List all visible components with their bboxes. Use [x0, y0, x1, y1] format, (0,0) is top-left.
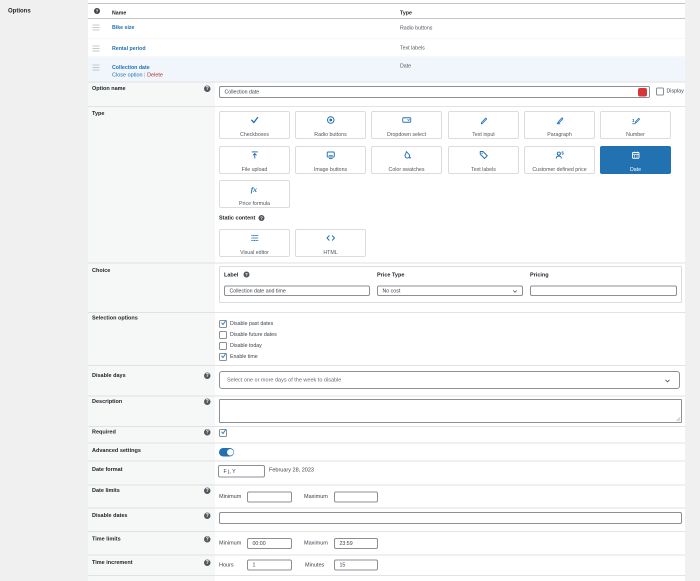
svg-text:$: $: [561, 151, 564, 156]
svg-text:fx: fx: [251, 185, 257, 194]
svg-text:1: 1: [632, 118, 635, 123]
